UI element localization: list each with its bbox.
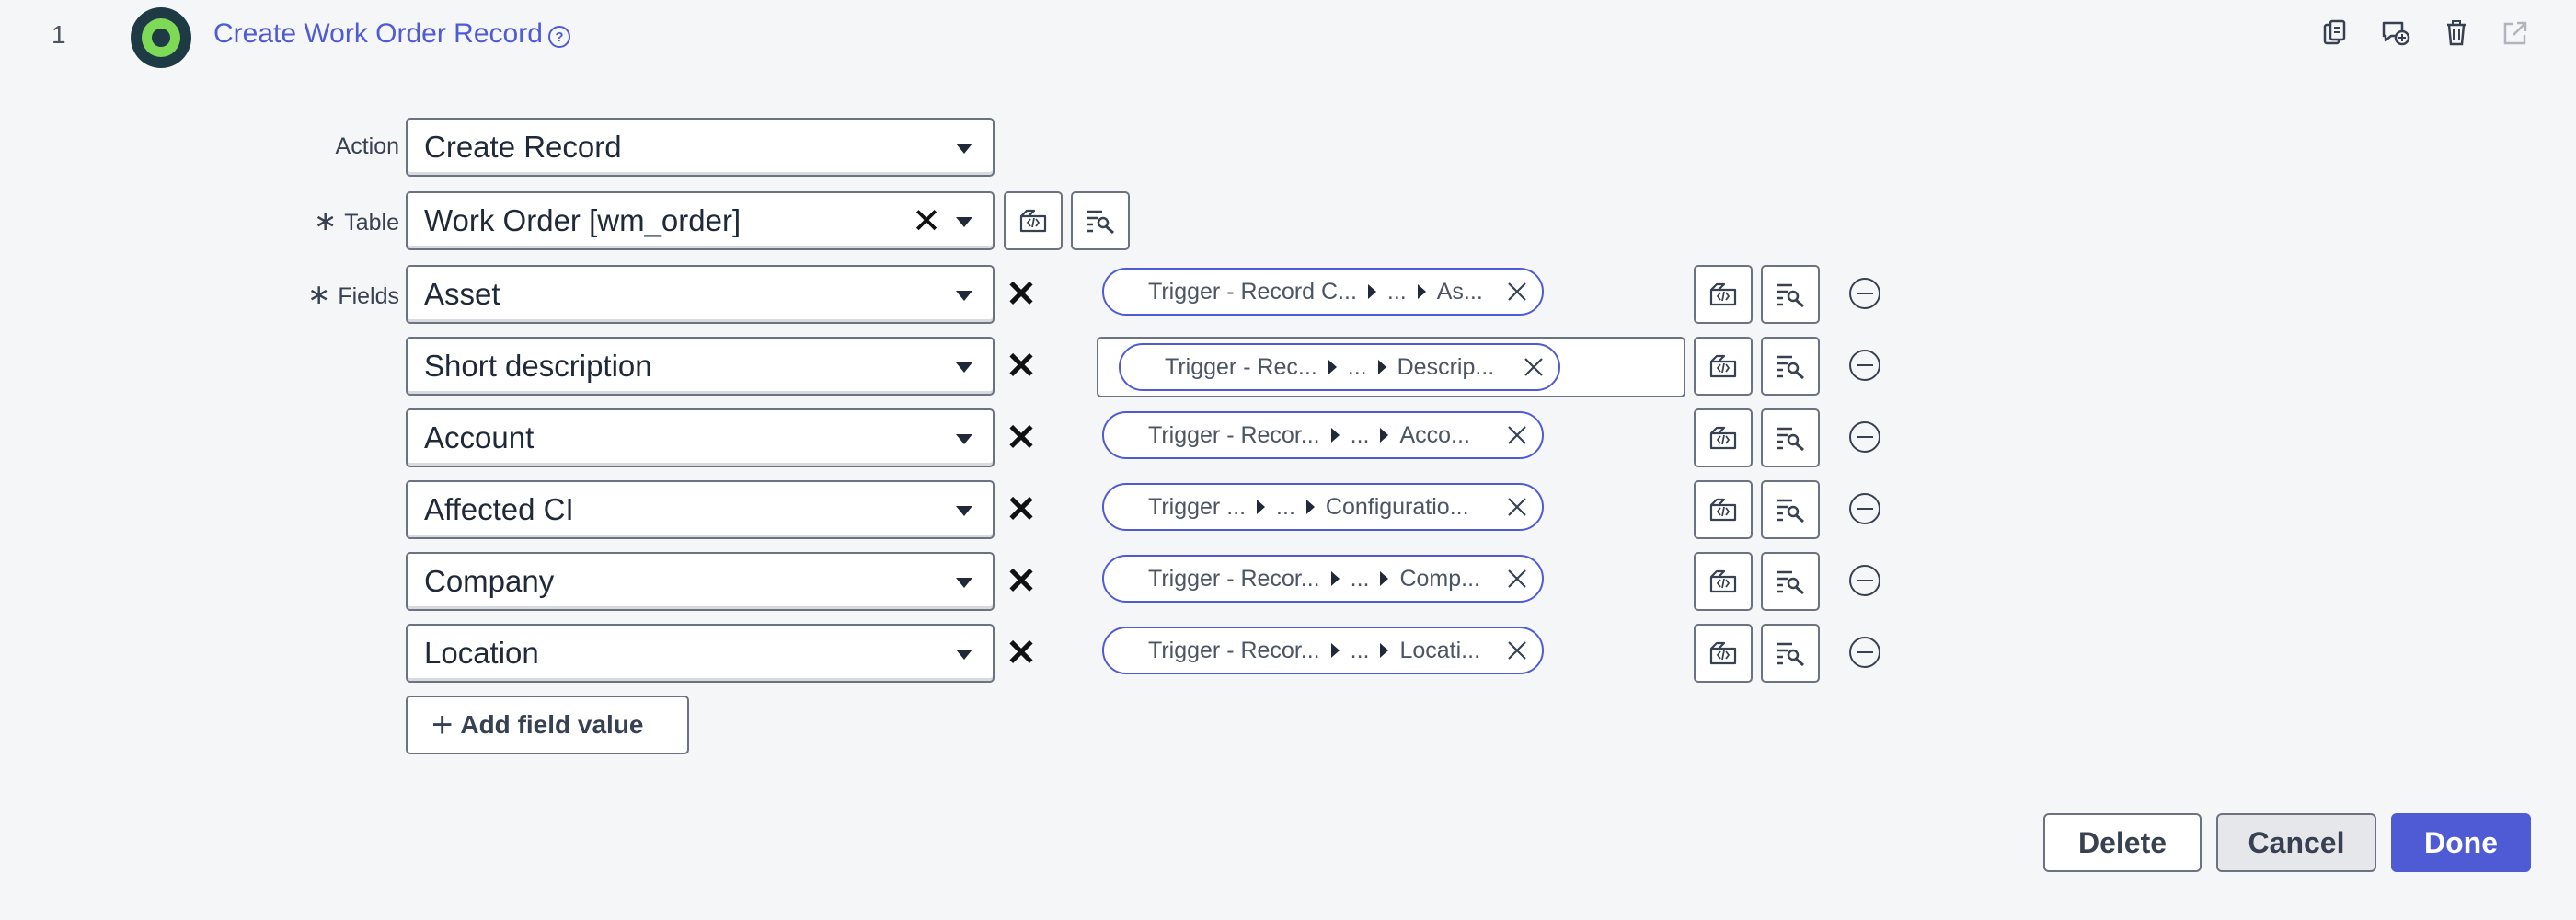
step-number: 1 bbox=[52, 20, 66, 49]
remove-row-button[interactable] bbox=[1849, 421, 1880, 453]
data-pill-picker-button[interactable] bbox=[1694, 337, 1753, 396]
chevron-down-icon bbox=[956, 578, 972, 588]
condition-builder-button[interactable] bbox=[1761, 408, 1820, 467]
caret-right-icon bbox=[1377, 360, 1386, 374]
delete-button[interactable]: Delete bbox=[2043, 813, 2202, 872]
chevron-down-icon bbox=[956, 217, 972, 227]
copy-icon[interactable] bbox=[2318, 17, 2352, 50]
caret-right-icon bbox=[1380, 428, 1389, 443]
step-title[interactable]: Create Work Order Record bbox=[213, 18, 543, 50]
data-pill-picker-button[interactable] bbox=[1694, 408, 1753, 467]
data-pill[interactable]: Trigger - Recor... ... Acco... bbox=[1102, 411, 1544, 459]
data-pill[interactable]: Trigger - Rec... ... Descrip... bbox=[1119, 343, 1560, 391]
remove-row-button[interactable] bbox=[1849, 493, 1880, 524]
clear-field-icon[interactable]: ✕ bbox=[1005, 420, 1038, 456]
remove-pill-icon[interactable] bbox=[1522, 355, 1546, 379]
remove-row-button[interactable] bbox=[1849, 565, 1880, 596]
condition-builder-button[interactable] bbox=[1761, 624, 1820, 683]
field-select[interactable]: Location bbox=[406, 624, 995, 683]
caret-right-icon bbox=[1330, 643, 1340, 658]
data-pill-picker-button[interactable] bbox=[1694, 480, 1753, 539]
condition-builder-button[interactable] bbox=[1761, 480, 1820, 539]
remove-pill-icon[interactable] bbox=[1505, 280, 1529, 304]
action-label: Action bbox=[335, 133, 399, 159]
data-pill-picker-button[interactable] bbox=[1694, 265, 1753, 324]
chevron-down-icon bbox=[956, 650, 972, 660]
field-select[interactable]: Company bbox=[406, 552, 995, 611]
chevron-down-icon bbox=[956, 434, 972, 444]
caret-right-icon bbox=[1380, 643, 1389, 658]
chevron-down-icon bbox=[956, 362, 972, 373]
chevron-down-icon bbox=[956, 291, 972, 301]
remove-row-button[interactable] bbox=[1849, 637, 1880, 668]
condition-builder-button[interactable] bbox=[1761, 337, 1820, 396]
data-pill-picker-button[interactable] bbox=[1004, 191, 1063, 250]
data-pill[interactable]: Trigger ... ... Configuratio... bbox=[1102, 483, 1544, 531]
remove-pill-icon[interactable] bbox=[1505, 423, 1529, 447]
action-select[interactable]: Create Record bbox=[406, 118, 995, 177]
caret-right-icon bbox=[1305, 500, 1315, 514]
field-select[interactable]: Affected CI bbox=[406, 480, 995, 539]
clear-field-icon[interactable]: ✕ bbox=[1005, 491, 1038, 528]
minus-circle-icon bbox=[1849, 350, 1880, 381]
condition-builder-button[interactable] bbox=[1761, 552, 1820, 611]
clear-field-icon[interactable]: ✕ bbox=[1005, 348, 1038, 385]
data-pill[interactable]: Trigger - Recor... ... Locati... bbox=[1102, 627, 1544, 674]
add-field-value-button[interactable]: + Add field value bbox=[406, 696, 689, 754]
data-pill[interactable]: Trigger - Record C... ... As... bbox=[1102, 268, 1544, 316]
condition-builder-button[interactable] bbox=[1761, 265, 1820, 324]
data-pill-picker-button[interactable] bbox=[1694, 624, 1753, 683]
caret-right-icon bbox=[1417, 284, 1426, 299]
caret-right-icon bbox=[1380, 571, 1389, 586]
flow-step-icon bbox=[131, 7, 191, 68]
data-pill-picker-button[interactable] bbox=[1694, 552, 1753, 611]
remove-row-button[interactable] bbox=[1849, 278, 1880, 309]
clear-field-icon[interactable]: ✕ bbox=[1005, 635, 1038, 672]
condition-builder-button[interactable] bbox=[1071, 191, 1130, 250]
caret-right-icon bbox=[1257, 500, 1266, 514]
field-select[interactable]: Short description bbox=[406, 337, 995, 396]
cancel-button[interactable]: Cancel bbox=[2216, 813, 2376, 872]
help-icon[interactable]: ? bbox=[548, 26, 570, 48]
open-external-icon bbox=[2499, 17, 2532, 50]
caret-right-icon bbox=[1328, 360, 1337, 374]
remove-pill-icon[interactable] bbox=[1505, 495, 1529, 519]
table-label: ∗ Table bbox=[314, 206, 399, 236]
data-pill[interactable]: Trigger - Recor... ... Comp... bbox=[1102, 555, 1544, 603]
minus-circle-icon bbox=[1849, 421, 1880, 453]
field-select[interactable]: Asset bbox=[406, 265, 995, 324]
add-comment-icon[interactable] bbox=[2379, 17, 2412, 50]
fields-label: ∗ Fields bbox=[307, 280, 399, 310]
clear-field-icon[interactable]: ✕ bbox=[1005, 563, 1038, 600]
field-select[interactable]: Account bbox=[406, 408, 995, 467]
clear-field-icon[interactable]: ✕ bbox=[1005, 276, 1038, 313]
minus-circle-icon bbox=[1849, 493, 1880, 524]
plus-icon: + bbox=[431, 705, 454, 745]
remove-pill-icon[interactable] bbox=[1505, 567, 1529, 591]
minus-circle-icon bbox=[1849, 565, 1880, 596]
done-button[interactable]: Done bbox=[2391, 813, 2531, 872]
caret-right-icon bbox=[1367, 284, 1376, 299]
trash-icon[interactable] bbox=[2440, 17, 2473, 50]
minus-circle-icon bbox=[1849, 637, 1880, 668]
caret-right-icon bbox=[1330, 571, 1340, 586]
chevron-down-icon bbox=[956, 506, 972, 516]
table-select[interactable]: Work Order [wm_order] ✕ bbox=[406, 191, 995, 250]
remove-row-button[interactable] bbox=[1849, 350, 1880, 381]
caret-right-icon bbox=[1330, 428, 1340, 443]
chevron-down-icon bbox=[956, 144, 972, 154]
clear-icon[interactable]: ✕ bbox=[912, 204, 941, 239]
remove-pill-icon[interactable] bbox=[1505, 638, 1529, 662]
minus-circle-icon bbox=[1849, 278, 1880, 309]
